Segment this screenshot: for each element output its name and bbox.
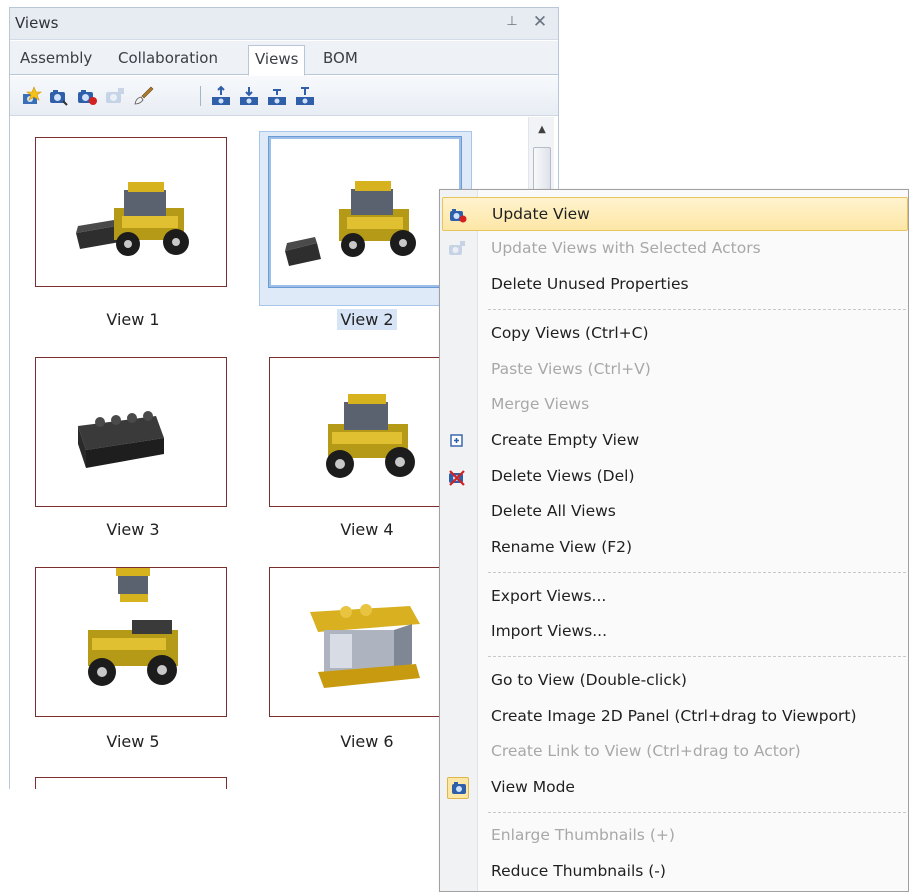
menu-item-create-image-2d-panel[interactable]: Create Image 2D Panel (Ctrl+drag to View… xyxy=(442,700,908,734)
menu-item-export-views[interactable]: Export Views... xyxy=(442,580,908,614)
menu-item-label: Delete Views (Del) xyxy=(491,467,635,485)
view-label-4: View 4 xyxy=(340,520,394,539)
menu-item-label: Create Link to View (Ctrl+drag to Actor) xyxy=(491,742,801,760)
menu-item-label: Create Image 2D Panel (Ctrl+drag to View… xyxy=(491,707,857,725)
align-center-icon[interactable] xyxy=(238,85,260,107)
delete-view-icon xyxy=(448,468,466,486)
align-top-icon[interactable] xyxy=(210,85,232,107)
view-thumbnail-5[interactable] xyxy=(35,567,227,717)
menu-item-delete-unused-properties[interactable]: Delete Unused Properties xyxy=(442,268,908,302)
menu-separator xyxy=(488,572,906,573)
menu-item-update-view[interactable]: Update View xyxy=(442,197,908,231)
menu-item-create-link-to-view[interactable]: Create Link to View (Ctrl+drag to Actor) xyxy=(442,735,908,769)
menu-item-reduce-thumbnails[interactable]: Reduce Thumbnails (-) xyxy=(442,855,908,889)
view-thumbnail-3[interactable] xyxy=(35,357,227,507)
view-thumbnail-2[interactable] xyxy=(268,136,462,288)
menu-item-label: Create Empty View xyxy=(491,431,640,449)
vehicle-exploded-thumbnail-image xyxy=(88,568,178,686)
menu-separator xyxy=(488,656,906,657)
panel-titlebar: Views ⊥ ✕ xyxy=(10,8,558,40)
menu-item-paste-views[interactable]: Paste Views (Ctrl+V) xyxy=(442,353,908,387)
view-label-2: View 2 xyxy=(307,309,427,330)
add-view-icon xyxy=(448,432,466,450)
menu-item-label: Rename View (F2) xyxy=(491,538,633,556)
menu-item-label: Import Views... xyxy=(491,622,608,640)
menu-item-label: Enlarge Thumbnails (+) xyxy=(491,826,675,844)
menu-separator xyxy=(488,812,906,813)
camera-update-icon xyxy=(449,206,467,224)
tab-bar: Assembly Collaboration Views BOM xyxy=(10,41,558,76)
menu-item-label: Delete All Views xyxy=(491,502,616,520)
view-label-6: View 6 xyxy=(340,732,394,751)
menu-item-delete-all-views[interactable]: Delete All Views xyxy=(442,495,908,529)
panel-title: Views xyxy=(15,14,59,32)
menu-separator xyxy=(488,309,906,310)
menu-item-label: Delete Unused Properties xyxy=(491,275,689,293)
view-label-3: View 3 xyxy=(106,520,160,539)
menu-item-import-views[interactable]: Import Views... xyxy=(442,615,908,649)
menu-item-label: Merge Views xyxy=(491,395,590,413)
align-left-icon[interactable] xyxy=(294,85,316,107)
menu-item-go-to-view[interactable]: Go to View (Double-click) xyxy=(442,664,908,698)
menu-item-label: Update Views with Selected Actors xyxy=(491,239,761,257)
view-thumbnail-7[interactable] xyxy=(35,777,227,789)
brush-icon[interactable] xyxy=(132,85,154,107)
block-thumbnail-image xyxy=(78,411,164,468)
close-icon[interactable]: ✕ xyxy=(530,12,550,32)
update-view-icon[interactable] xyxy=(48,85,70,107)
toolbar-separator xyxy=(200,86,201,106)
menu-item-label: Go to View (Double-click) xyxy=(491,671,687,689)
menu-item-copy-views[interactable]: Copy Views (Ctrl+C) xyxy=(442,317,908,351)
menu-item-enlarge-thumbnails[interactable]: Enlarge Thumbnails (+) xyxy=(442,819,908,853)
update-views-selected-icon[interactable] xyxy=(104,85,126,107)
menu-item-rename-view[interactable]: Rename View (F2) xyxy=(442,531,908,565)
menu-item-label: Reduce Thumbnails (-) xyxy=(491,862,666,880)
menu-item-view-mode[interactable]: View Mode xyxy=(442,771,908,805)
camera-actors-icon xyxy=(448,240,466,258)
context-menu: Update View Update Views with Selected A… xyxy=(439,189,909,892)
tab-views[interactable]: Views xyxy=(248,45,306,76)
view-thumbnail-6[interactable] xyxy=(269,567,461,717)
menu-item-label: View Mode xyxy=(491,778,575,796)
tab-assembly[interactable]: Assembly xyxy=(20,49,92,67)
view-label-1: View 1 xyxy=(106,310,160,329)
view-mode-icon xyxy=(451,780,469,798)
update-view-red-icon[interactable] xyxy=(76,85,98,107)
menu-item-update-views-selected-actors[interactable]: Update Views with Selected Actors xyxy=(442,232,908,266)
menu-item-label: Paste Views (Ctrl+V) xyxy=(491,360,651,378)
tab-bom[interactable]: BOM xyxy=(323,49,358,67)
menu-item-label: Update View xyxy=(492,205,590,223)
menu-item-create-empty-view[interactable]: Create Empty View xyxy=(442,424,908,458)
create-view-icon[interactable] xyxy=(20,85,42,107)
pin-icon[interactable]: ⊥ xyxy=(503,14,521,32)
view-label-5: View 5 xyxy=(106,732,160,751)
menu-item-label: Export Views... xyxy=(491,587,607,605)
align-bottom-icon[interactable] xyxy=(266,85,288,107)
views-toolbar xyxy=(10,76,558,116)
menu-item-merge-views[interactable]: Merge Views xyxy=(442,388,908,422)
vehicle-thumbnail-image xyxy=(326,394,415,478)
view-thumbnail-1[interactable] xyxy=(35,137,227,287)
scroll-up-arrow-icon[interactable]: ▲ xyxy=(533,121,551,139)
tab-collaboration[interactable]: Collaboration xyxy=(118,49,218,67)
menu-item-delete-views[interactable]: Delete Views (Del) xyxy=(442,460,908,494)
menu-item-label: Copy Views (Ctrl+C) xyxy=(491,324,649,342)
view-thumbnail-4[interactable] xyxy=(269,357,461,507)
vehicle-thumbnail-image xyxy=(285,181,416,266)
cab-thumbnail-image xyxy=(310,604,420,688)
vehicle-thumbnail-image xyxy=(76,182,189,256)
